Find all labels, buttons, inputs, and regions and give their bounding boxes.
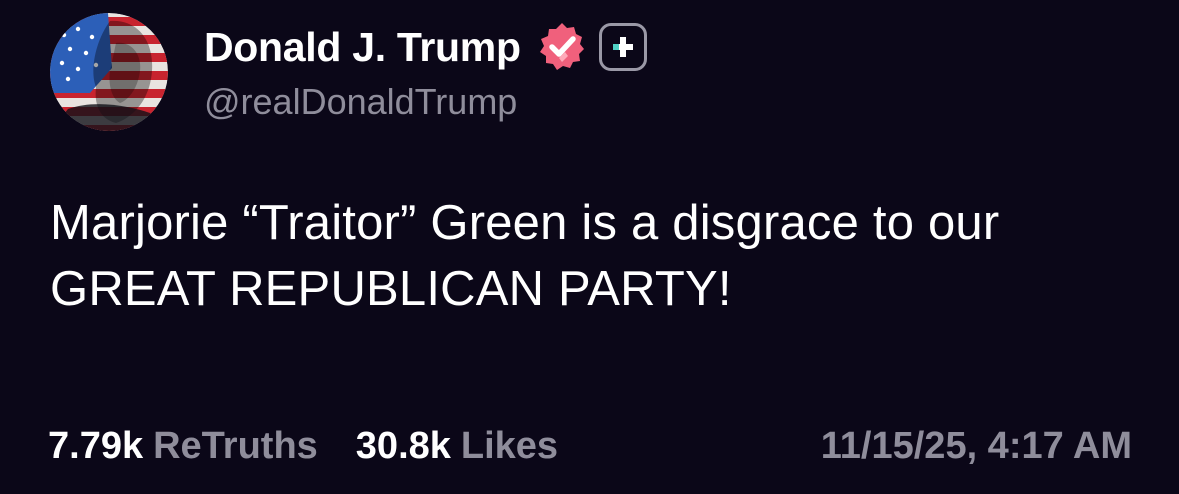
handle[interactable]: @realDonaldTrump — [204, 81, 647, 123]
display-name[interactable]: Donald J. Trump — [204, 24, 521, 71]
likes-label: Likes — [460, 424, 559, 467]
post-text: Marjorie “Traitor” Green is a disgrace t… — [50, 196, 1000, 316]
verified-badge-icon — [535, 20, 589, 74]
post-card: Donald J. Trump @realDonaldTrump Marjori… — [0, 0, 1179, 494]
post-timestamp: 11/15/25, 4:17 AM — [820, 424, 1132, 467]
author-names: Donald J. Trump @realDonaldTrump — [204, 21, 647, 123]
retruths-stat[interactable]: 7.79k ReTruths — [48, 425, 318, 468]
retruths-label: ReTruths — [153, 424, 318, 467]
likes-stat[interactable]: 30.8k Likes — [356, 425, 558, 468]
avatar-image — [50, 13, 168, 131]
post-header: Donald J. Trump @realDonaldTrump — [50, 12, 647, 132]
avatar[interactable] — [50, 13, 168, 131]
plus-badge-icon[interactable] — [598, 23, 647, 71]
name-row: Donald J. Trump — [204, 21, 647, 73]
retruths-count: 7.79k — [48, 424, 144, 467]
likes-count: 30.8k — [355, 424, 451, 467]
post-stats: 7.79k ReTruths 30.8k Likes 11/15/25, 4:1… — [48, 418, 1132, 474]
